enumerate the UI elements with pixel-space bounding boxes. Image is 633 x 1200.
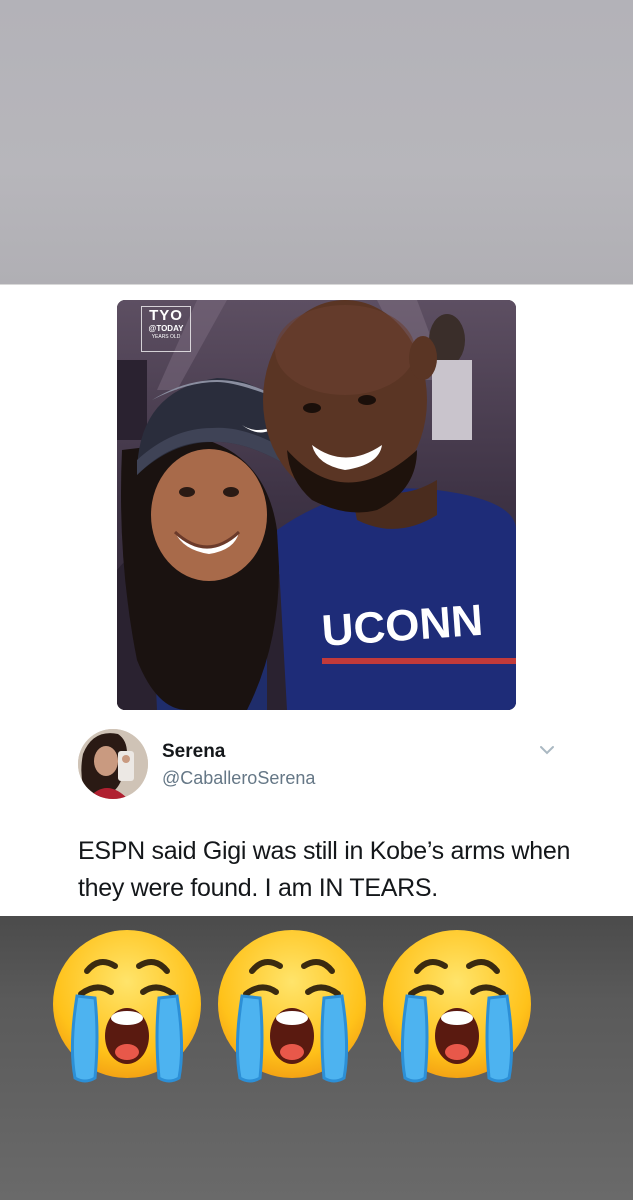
chevron-down-icon[interactable] <box>538 741 556 759</box>
watermark-line1: TYO <box>149 307 183 324</box>
story-background-bottom <box>0 916 633 1200</box>
story-background-top <box>0 0 633 284</box>
loudly-crying-face-icon <box>47 926 207 1091</box>
tweet-text: ESPN said Gigi was still in Kobe’s arms … <box>78 837 571 902</box>
loudly-crying-face-icon <box>377 926 537 1091</box>
avatar-image <box>78 729 148 799</box>
avatar[interactable] <box>78 729 148 799</box>
tweet-photo[interactable]: UCONN TYO @TODAY YEARS OLD <box>117 300 516 710</box>
user-handle[interactable]: @CaballeroSerena <box>162 768 315 789</box>
tweet-card[interactable]: UCONN TYO @TODAY YEARS OLD Serena @Cabal… <box>0 284 633 917</box>
display-name[interactable]: Serena <box>162 741 225 763</box>
loudly-crying-face-icon <box>212 926 372 1091</box>
emoji-row <box>0 916 633 1200</box>
watermark-line2: @TODAY <box>148 324 184 333</box>
tweet-header: Serena @CaballeroSerena <box>78 729 568 801</box>
watermark-logo: TYO @TODAY YEARS OLD <box>141 306 191 352</box>
watermark-line3: YEARS OLD <box>151 334 181 340</box>
photo-illustration: UCONN <box>117 300 516 710</box>
